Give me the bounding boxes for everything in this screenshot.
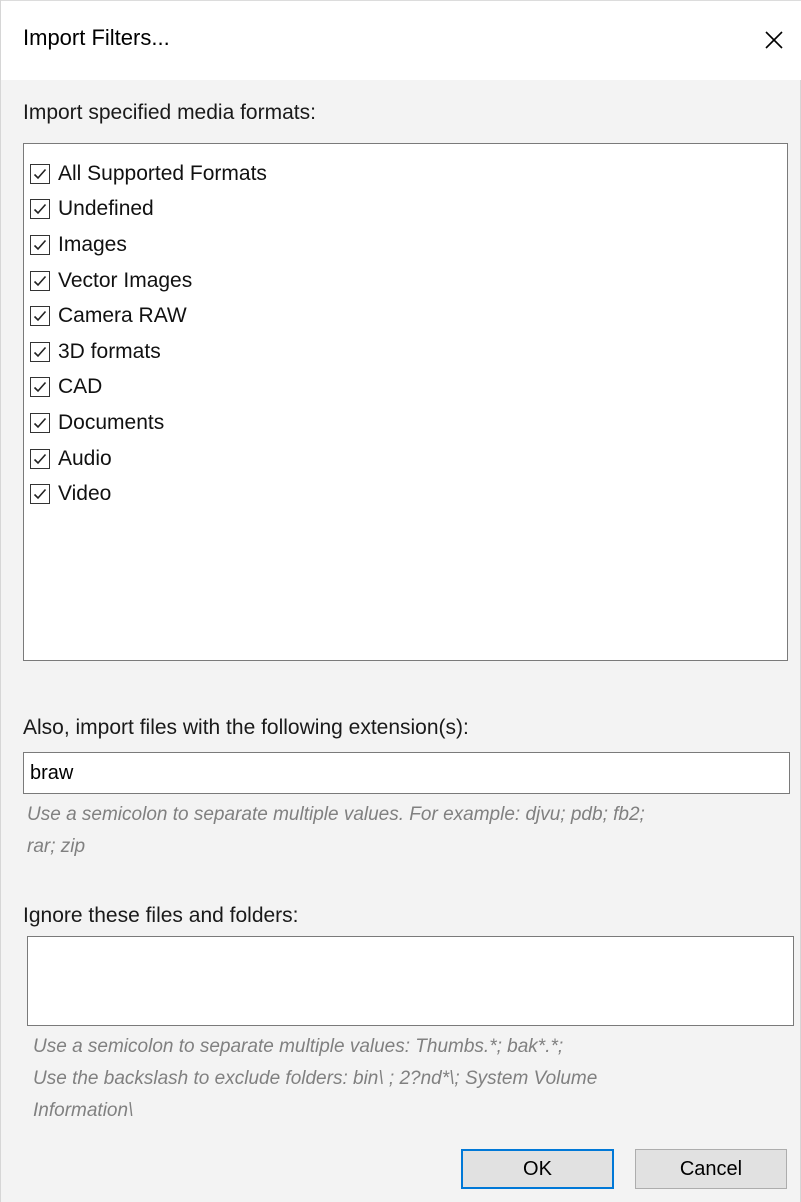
close-button[interactable] <box>746 1 801 79</box>
import-filters-dialog: Import Filters... Import specified media… <box>0 0 801 1202</box>
format-checkbox[interactable] <box>30 163 50 184</box>
format-list-item[interactable]: Documents <box>30 405 787 441</box>
format-checkbox[interactable] <box>30 412 50 433</box>
format-list-item[interactable]: Video <box>30 476 787 512</box>
ignore-hint: Use a semicolon to separate multiple val… <box>33 1031 597 1127</box>
ignore-textarea[interactable] <box>27 936 794 1026</box>
dialog-title: Import Filters... <box>23 25 170 50</box>
cancel-button[interactable]: Cancel <box>635 1149 787 1189</box>
checkmark-icon <box>33 382 47 393</box>
format-checkbox[interactable] <box>30 484 50 505</box>
format-label: Vector Images <box>58 268 193 292</box>
checkmark-icon <box>33 417 47 429</box>
format-list-item[interactable]: Vector Images <box>30 263 787 299</box>
format-list-item[interactable]: Images <box>30 227 787 263</box>
ignore-label: Ignore these files and folders: <box>23 904 299 927</box>
format-label: Undefined <box>58 197 154 221</box>
checkmark-icon <box>33 489 47 500</box>
ignore-hint-line: Use a semicolon to separate multiple val… <box>33 1036 564 1057</box>
format-label: 3D formats <box>58 339 161 363</box>
ignore-hint-line: Information\ <box>33 1100 134 1121</box>
extensions-input[interactable] <box>23 752 790 794</box>
checkmark-icon <box>33 168 47 179</box>
formats-label: Import specified media formats: <box>23 101 316 124</box>
format-checkbox[interactable] <box>30 199 50 220</box>
format-label: Camera RAW <box>58 304 187 328</box>
extensions-hint-line: Use a semicolon to separate multiple val… <box>27 804 645 825</box>
extensions-label: Also, import files with the following ex… <box>23 716 469 739</box>
title-bar: Import Filters... <box>1 0 801 80</box>
formats-listbox[interactable]: All Supported Formats Undefined Images Vect… <box>23 143 788 661</box>
format-label: All Supported Formats <box>58 161 267 185</box>
format-label: Video <box>58 482 112 506</box>
format-list-item[interactable]: CAD <box>30 370 787 406</box>
close-icon <box>765 31 783 49</box>
format-list-item[interactable]: Camera RAW <box>30 298 787 334</box>
checkmark-icon <box>33 346 47 357</box>
format-label: Documents <box>58 410 165 434</box>
format-label: CAD <box>58 375 103 399</box>
checkmark-icon <box>33 311 47 322</box>
format-list-item[interactable]: Audio <box>30 441 787 477</box>
format-checkbox[interactable] <box>30 377 50 398</box>
format-list-item[interactable]: 3D formats <box>30 334 787 370</box>
format-checkbox[interactable] <box>30 341 50 362</box>
ignore-hint-line: Use the backslash to exclude folders: bi… <box>33 1068 598 1089</box>
checkmark-icon <box>33 453 47 464</box>
format-checkbox[interactable] <box>30 234 50 255</box>
extensions-hint-line: rar; zip <box>27 836 86 857</box>
format-list-item[interactable]: All Supported Formats <box>30 156 787 192</box>
format-list-item[interactable]: Undefined <box>30 192 787 228</box>
format-label: Audio <box>58 446 112 470</box>
format-checkbox[interactable] <box>30 306 50 327</box>
format-checkbox[interactable] <box>30 448 50 469</box>
checkmark-icon <box>33 204 47 215</box>
ok-button[interactable]: OK <box>461 1149 614 1189</box>
checkmark-icon <box>33 275 47 286</box>
checkmark-icon <box>33 239 47 251</box>
format-label: Images <box>58 232 127 256</box>
format-checkbox[interactable] <box>30 270 50 291</box>
extensions-hint: Use a semicolon to separate multiple val… <box>27 799 645 863</box>
